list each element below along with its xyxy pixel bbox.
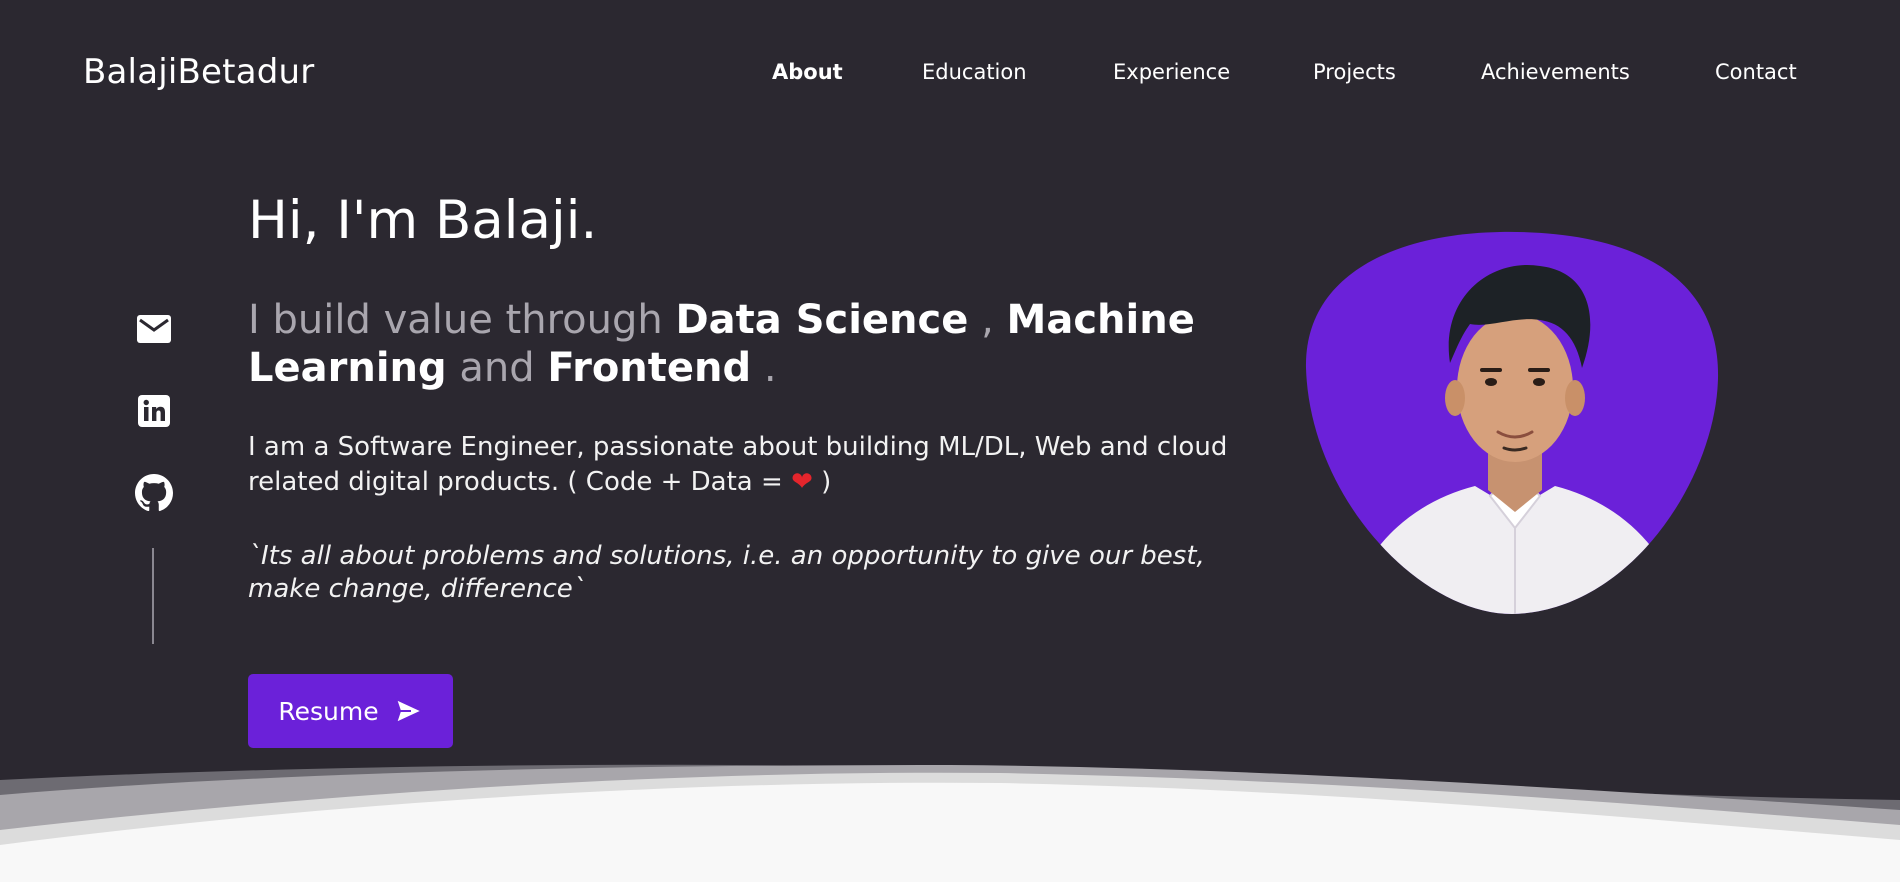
profile-photo xyxy=(1300,228,1720,618)
hero-greeting: Hi, I'm Balaji. xyxy=(248,190,598,251)
tagline-separator: , xyxy=(981,297,1007,343)
tagline-skill-data-science: Data Science xyxy=(675,297,969,343)
hero-bio: I am a Software Engineer, passionate abo… xyxy=(248,430,1228,500)
nav-link-experience[interactable]: Experience xyxy=(1113,60,1230,84)
social-divider-line xyxy=(152,548,154,644)
tagline-separator: and xyxy=(459,345,548,391)
tagline-prefix: I build value through xyxy=(248,297,676,343)
mail-icon[interactable] xyxy=(130,305,178,353)
resume-button-label: Resume xyxy=(278,696,379,726)
hero-quote: `Its all about problems and solutions, i… xyxy=(248,541,1205,604)
tagline-skill-frontend: Frontend xyxy=(547,345,752,391)
linkedin-icon[interactable] xyxy=(130,387,178,435)
nav-link-contact[interactable]: Contact xyxy=(1715,60,1797,84)
bio-text: I am a Software Engineer, passionate abo… xyxy=(248,432,1228,497)
navbar: BalajiBetadur About Education Experience… xyxy=(0,0,1900,148)
tagline-end: . xyxy=(763,345,777,391)
heart-icon: ❤ xyxy=(791,467,813,497)
github-icon[interactable] xyxy=(130,469,178,517)
nav-link-achievements[interactable]: Achievements xyxy=(1481,60,1630,84)
nav-link-projects[interactable]: Projects xyxy=(1313,60,1396,84)
wave-divider xyxy=(0,745,1900,882)
hero-tagline: I build value through Data Science , Mac… xyxy=(248,296,1228,392)
nav-links: About Education Experience Projects Achi… xyxy=(0,60,1900,90)
send-icon xyxy=(394,698,423,724)
resume-button[interactable]: Resume xyxy=(248,674,453,748)
nav-link-about[interactable]: About xyxy=(772,60,843,84)
bio-end: ) xyxy=(812,467,832,497)
nav-link-education[interactable]: Education xyxy=(922,60,1027,84)
